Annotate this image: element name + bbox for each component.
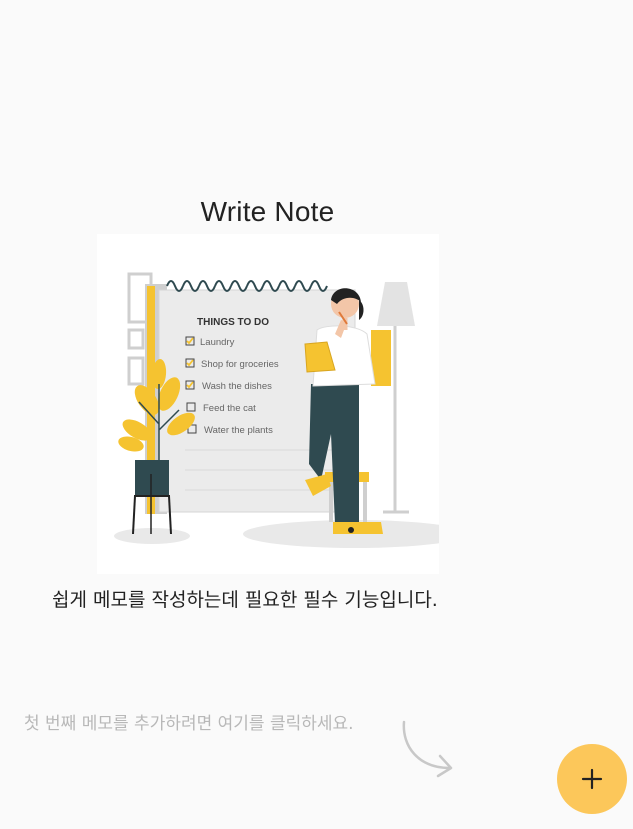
add-note-hint: 첫 번째 메모를 추가하려면 여기를 클릭하세요. [24,714,354,734]
page-subtitle: 쉽게 메모를 작성하는데 필요한 필수 기능입니다. [52,589,438,611]
empty-notes-screen: Write Note THINGS TO DO Laundry Shop for… [0,0,633,829]
todo-item-label: Laundry [200,337,235,348]
plus-icon [581,768,603,790]
todo-item-label: Wash the dishes [202,381,272,392]
todo-item-label: Shop for groceries [201,359,279,370]
empty-state-illustration: THINGS TO DO Laundry Shop for groceries … [97,234,439,574]
page-title: Write Note [200,196,335,227]
todo-heading: THINGS TO DO [197,317,269,328]
add-note-button[interactable] [557,744,627,814]
curved-arrow-icon [402,720,453,778]
todo-item-label: Feed the cat [203,403,256,414]
todo-item-label: Water the plants [204,425,273,436]
